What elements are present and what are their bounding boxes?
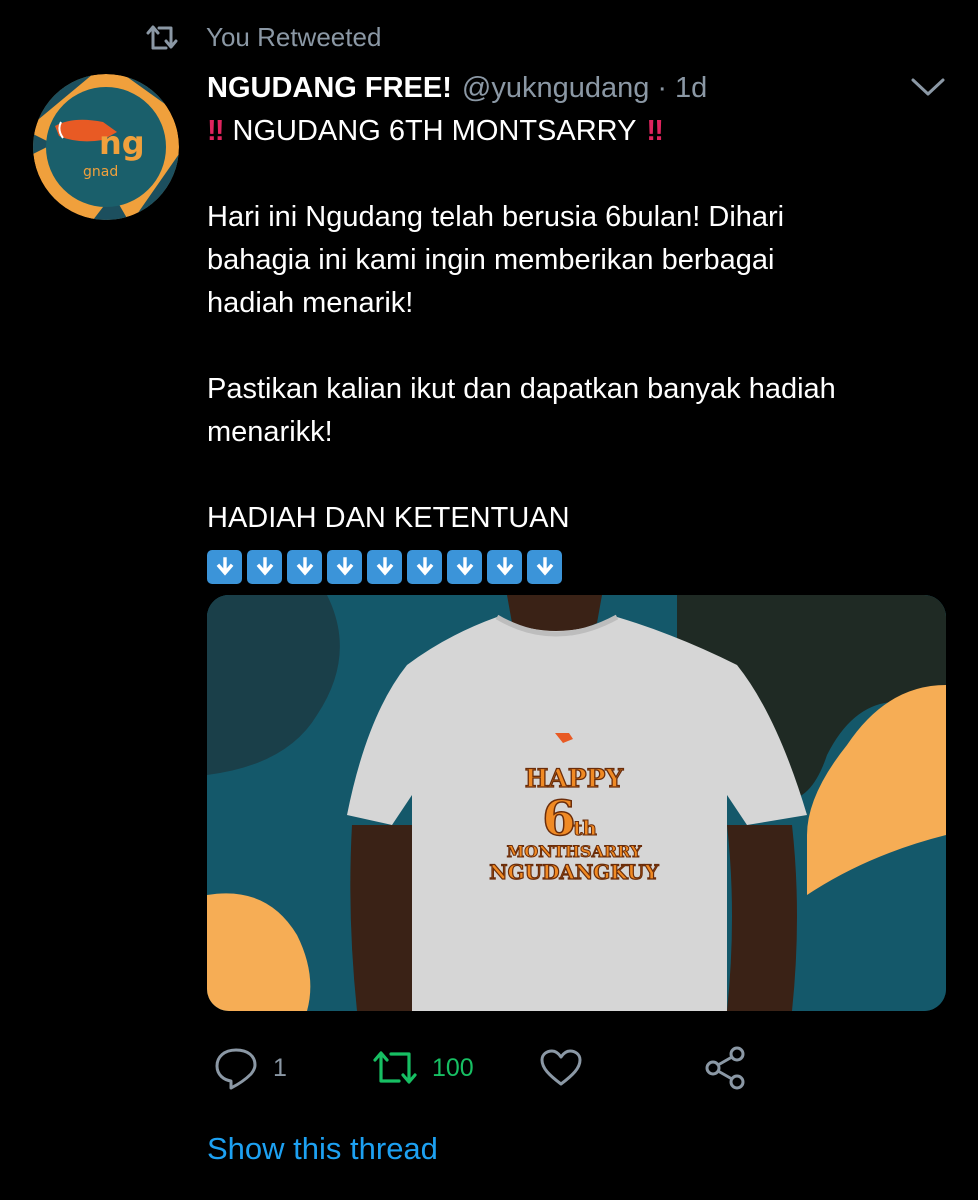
tweet-paragraph-3: HADIAH DAN KETENTUAN [207, 502, 570, 534]
tweet-timestamp[interactable]: 1d [675, 72, 707, 105]
retweet-icon [373, 1051, 417, 1084]
retweet-count: 100 [432, 1053, 474, 1082]
down-arrow-key-icon [487, 550, 522, 584]
tweet-title: ‼ NGUDANG 6TH MONTSARRY ‼ [207, 110, 947, 153]
ngudang-logo-icon: ng gnad [33, 74, 179, 220]
heart-icon [540, 1049, 582, 1086]
show-thread-link[interactable]: Show this thread [207, 1131, 438, 1167]
like-button[interactable] [539, 1040, 583, 1096]
separator-dot: · [657, 71, 668, 104]
author-avatar[interactable]: ng gnad [33, 74, 179, 220]
share-icon [705, 1046, 745, 1090]
tweet-author-row: NGUDANG FREE! @yukngudang · 1d [207, 66, 947, 110]
tweet-paragraph-2: Pastikan kalian ikut dan dapatkan banyak… [207, 373, 836, 448]
reply-button[interactable]: 1 [213, 1040, 287, 1096]
retweet-button[interactable]: 100 [372, 1040, 474, 1096]
retweet-context: You Retweeted [146, 20, 381, 54]
down-arrow-key-icon [527, 550, 562, 584]
tweet-title-text: NGUDANG 6TH MONTSARRY [232, 115, 637, 147]
shirt-text-suffix: th [573, 816, 597, 840]
reply-icon [215, 1048, 257, 1090]
down-arrow-key-icon [287, 550, 322, 584]
tweet-action-bar: 1 100 [207, 1040, 767, 1096]
shirt-text-monthsarry: MONTHSARRY [507, 842, 642, 861]
tweet-paragraph-1: Hari ini Ngudang telah berusia 6bulan! D… [207, 201, 785, 319]
svg-text:ng: ng [99, 124, 145, 162]
reply-count: 1 [273, 1053, 287, 1082]
retweet-icon [146, 25, 178, 50]
double-exclamation-emoji: ‼ [646, 115, 663, 147]
shirt-text-happy: HAPPY [525, 764, 625, 793]
down-arrow-key-icon [247, 550, 282, 584]
down-arrow-key-icon [447, 550, 482, 584]
shirt-text-ngudangkuy: NGUDANGKUY [489, 860, 659, 884]
author-handle[interactable]: @yukngudang [462, 72, 649, 105]
svg-text:gnad: gnad [83, 164, 118, 180]
shirt-text-number: 6 [542, 791, 575, 847]
tweet-content: NGUDANG FREE! @yukngudang · 1d ‼ NGUDANG… [207, 66, 947, 584]
retweet-context-label: You Retweeted [206, 21, 382, 52]
down-arrow-emoji-row [207, 550, 947, 584]
chevron-down-icon[interactable] [909, 74, 947, 100]
double-exclamation-emoji: ‼ [207, 115, 224, 147]
down-arrow-key-icon [367, 550, 402, 584]
share-button[interactable] [703, 1040, 747, 1096]
down-arrow-key-icon [207, 550, 242, 584]
author-name[interactable]: NGUDANG FREE! [207, 72, 452, 105]
tweet-media-image[interactable]: HAPPY 6 th MONTHSARRY NGUDANGKUY [207, 595, 946, 1011]
down-arrow-key-icon [327, 550, 362, 584]
down-arrow-key-icon [407, 550, 442, 584]
tshirt-photo: HAPPY 6 th MONTHSARRY NGUDANGKUY [207, 595, 946, 1011]
